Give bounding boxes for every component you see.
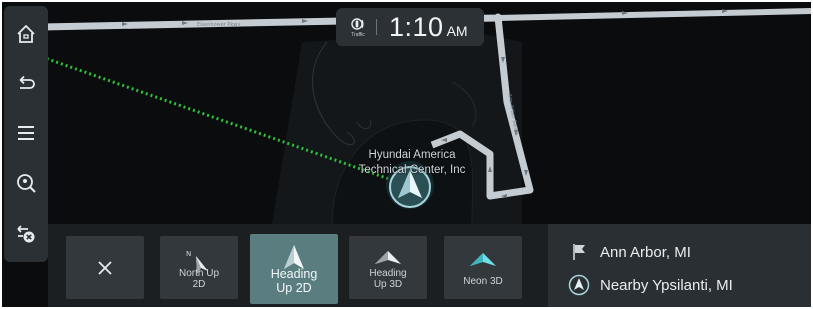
clock-divider: [376, 19, 377, 35]
cancel-route-button[interactable]: [6, 212, 46, 253]
home-button[interactable]: [6, 14, 46, 55]
view-option-neon-3d[interactable]: Neon 3D: [444, 236, 522, 299]
search-location-button[interactable]: [6, 163, 46, 204]
view-options-bar: N North Up 2D Heading Up 2D Heading Up 3…: [48, 224, 811, 307]
menu-icon: [18, 126, 34, 141]
navigation-screen: Eisenhower Pkwy Ann Arbor Saline Hyundai…: [2, 2, 811, 307]
svg-text:Eisenhower Pkwy: Eisenhower Pkwy: [197, 22, 240, 28]
destination-city-row: Ann Arbor, MI: [568, 241, 691, 263]
cancel-route-icon: [17, 225, 35, 243]
label-line2: Up 2D: [276, 281, 312, 295]
poi-label-line2: Technical Center, Inc: [358, 164, 466, 176]
flag-icon: [568, 241, 590, 263]
poi-label[interactable]: Hyundai America Technical Center, Inc: [342, 148, 482, 178]
view-option-label: Neon 3D: [463, 276, 502, 287]
label-line1: Neon 3D: [463, 276, 503, 287]
close-icon: [98, 260, 112, 275]
destination-panel[interactable]: Ann Arbor, MI Nearby Ypsilanti, MI: [548, 224, 811, 307]
nearby-location-row: Nearby Ypsilanti, MI: [568, 274, 733, 296]
back-button[interactable]: [6, 64, 46, 105]
label-line2: Up 3D: [373, 279, 403, 290]
view-option-label: Heading Up 2D: [271, 267, 318, 295]
label-line1: Heading: [369, 268, 407, 279]
destination-city: Ann Arbor, MI: [600, 243, 691, 261]
clock-panel[interactable]: Traffic 1:10 AM: [336, 8, 484, 46]
back-icon: [19, 75, 35, 89]
traffic-icon[interactable]: Traffic: [346, 14, 370, 40]
heading-up-2d-icon: [250, 244, 338, 270]
view-option-heading-up-3d[interactable]: Heading Up 3D: [349, 236, 427, 299]
north-mark: N: [186, 250, 191, 258]
close-view-options-button[interactable]: [66, 236, 144, 299]
clock-ampm: AM: [446, 22, 468, 39]
search-location-icon: [17, 174, 36, 193]
view-option-heading-up-2d[interactable]: Heading Up 2D: [250, 234, 338, 304]
neon-3d-icon: [444, 252, 522, 268]
left-rail: [4, 6, 48, 262]
poi-label-line1: Hyundai America: [368, 149, 456, 161]
view-option-label: Heading Up 3D: [369, 268, 406, 290]
view-option-north-up-2d[interactable]: N North Up 2D: [160, 236, 238, 299]
current-location-icon: [568, 274, 590, 296]
label-line2: 2D: [192, 279, 206, 290]
traffic-label: Traffic: [351, 31, 365, 38]
north-up-icon: N: [160, 246, 238, 276]
clock-time: 1:10: [389, 11, 444, 42]
heading-up-3d-icon: [349, 250, 427, 266]
menu-button[interactable]: [6, 113, 46, 154]
home-icon: [17, 25, 35, 44]
nearby-location: Nearby Ypsilanti, MI: [600, 276, 733, 294]
